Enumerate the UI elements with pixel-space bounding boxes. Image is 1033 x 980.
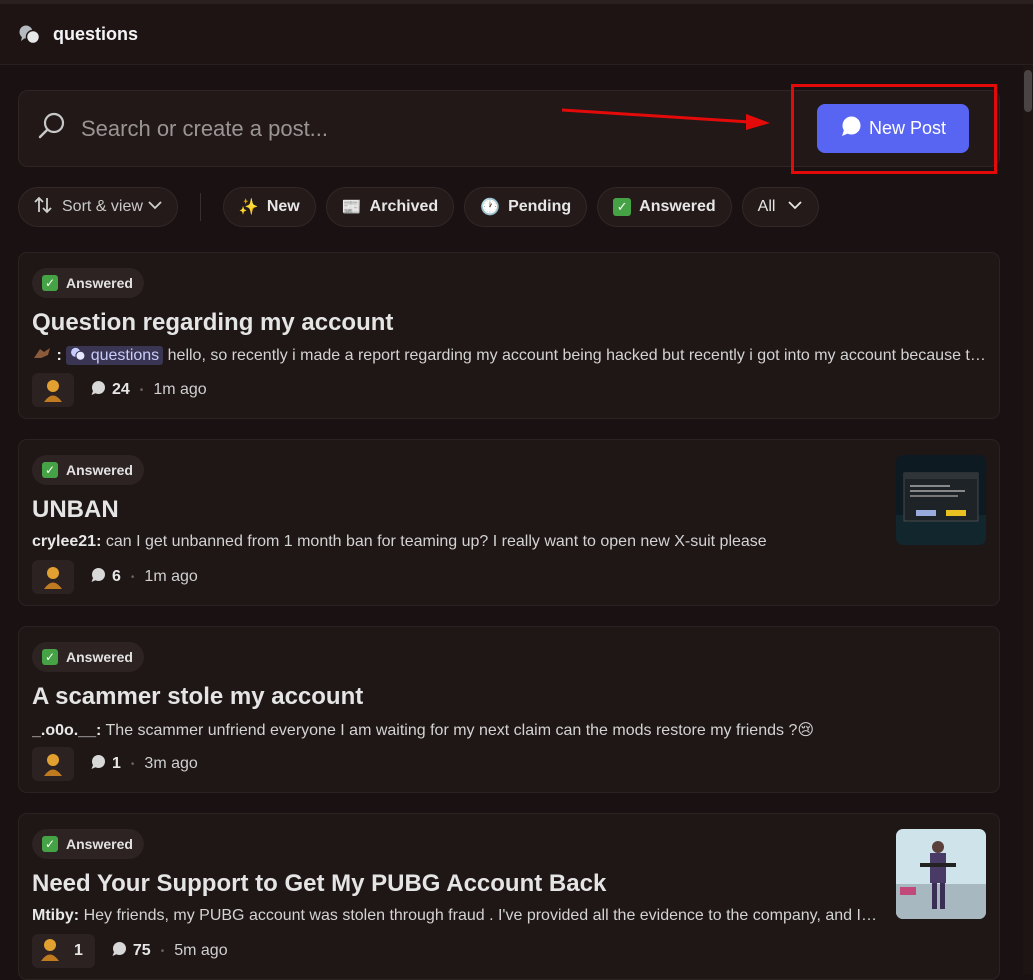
post-preview-text: can I get unbanned from 1 month ban for … (105, 533, 767, 550)
check-icon: ✓ (42, 649, 58, 665)
tag-pending[interactable]: 🕐 Pending (464, 187, 588, 227)
post-preview-text: Hey friends, my PUBG account was stolen … (83, 907, 880, 924)
avatar (32, 747, 74, 781)
chat-bubble-icon (840, 115, 862, 142)
post-time: 3m ago (144, 755, 198, 772)
channel-header: questions (0, 4, 1033, 65)
badge-label: Answered (66, 836, 133, 852)
sort-arrows-icon (33, 195, 53, 220)
post-meta: 6 • 1m ago (32, 560, 198, 594)
new-post-button[interactable]: New Post (817, 104, 969, 153)
badge-label: Answered (66, 275, 133, 291)
post-preview-text: The scammer unfriend everyone I am waiti… (105, 722, 815, 739)
sparkles-icon: ✨ (238, 199, 259, 216)
check-icon: ✓ (613, 198, 632, 216)
channel-title: questions (53, 23, 139, 44)
post-preview: _.o0o.__: The scammer unfriend everyone … (32, 720, 814, 740)
tag-new-label: New (266, 198, 300, 215)
filter-bar: Sort & view ✨ New 📰 Archived 🕐 Pending ✓… (18, 187, 829, 227)
post-meta: 1 • 3m ago (32, 747, 198, 781)
badge-label: Answered (66, 649, 133, 665)
post-title: Question regarding my account (32, 309, 394, 336)
post-time: 1m ago (144, 568, 198, 585)
post-card[interactable]: ✓ Answered Question regarding my account… (18, 252, 1000, 419)
tag-new[interactable]: ✨ New (222, 187, 316, 227)
post-meta: 1 75 • 5m ago (32, 934, 228, 968)
comment-count: 6 (112, 568, 121, 585)
scrollbar[interactable] (1023, 66, 1033, 974)
answered-badge: ✓ Answered (32, 455, 144, 485)
filter-divider (199, 193, 201, 221)
comment-count: 75 (132, 942, 151, 959)
post-thumbnail[interactable] (896, 829, 986, 919)
post-author: crylee21: (32, 533, 102, 550)
check-icon: ✓ (42, 462, 58, 478)
tag-answered[interactable]: ✓ Answered (597, 187, 732, 227)
chevron-down-icon (787, 197, 803, 218)
tag-archived-label: Archived (369, 198, 439, 215)
post-title: Need Your Support to Get My PUBG Account… (32, 870, 607, 897)
comment-icon (90, 754, 106, 775)
search-input[interactable]: Search or create a post... (81, 116, 328, 142)
avatar (32, 560, 74, 594)
comment-count: 24 (112, 381, 130, 398)
post-preview: Mtiby: Hey friends, my PUBG account was … (32, 907, 880, 925)
post-time: 1m ago (153, 381, 207, 398)
post-preview-text: hello, so recently i made a report regar… (167, 347, 987, 364)
post-title: UNBAN (32, 496, 119, 523)
tag-all-dropdown[interactable]: All (741, 187, 820, 227)
sort-view-label: Sort & view (62, 198, 143, 215)
post-meta: 24 • 1m ago (32, 373, 207, 407)
scrollbar-thumb[interactable] (1024, 70, 1032, 112)
tag-all-label: All (757, 198, 776, 215)
search-icon (37, 111, 67, 146)
badge-label: Answered (66, 462, 133, 478)
check-icon: ✓ (42, 275, 58, 291)
post-card[interactable]: ✓ Answered A scammer stole my account _.… (18, 626, 1000, 793)
post-preview: : questions hello, so recently i made a … (32, 346, 987, 367)
reaction-count: 1 (74, 942, 83, 959)
tag-answered-label: Answered (639, 198, 716, 215)
post-preview: crylee21: can I get unbanned from 1 mont… (32, 533, 767, 551)
comment-icon (90, 567, 106, 588)
sort-view-button[interactable]: Sort & view (18, 187, 178, 227)
tag-archived[interactable]: 📰 Archived (325, 187, 455, 227)
reaction-button[interactable]: 1 (32, 934, 95, 968)
author-emoji-icon (32, 347, 56, 364)
comment-icon (90, 380, 106, 401)
chevron-down-icon (147, 197, 163, 218)
post-author: _.o0o.__: (32, 722, 102, 739)
newspaper-icon: 📰 (341, 199, 362, 216)
forum-icon (18, 23, 41, 46)
check-icon: ✓ (42, 836, 58, 852)
avatar (32, 373, 74, 407)
comment-count: 1 (112, 755, 121, 772)
clock-icon: 🕐 (480, 199, 501, 216)
answered-badge: ✓ Answered (32, 829, 144, 859)
post-author: Mtiby: (32, 907, 80, 924)
tag-pending-label: Pending (508, 198, 572, 215)
answered-badge: ✓ Answered (32, 642, 144, 672)
post-card[interactable]: ✓ Answered UNBAN crylee21: can I get unb… (18, 439, 1000, 606)
new-post-label: New Post (868, 118, 947, 138)
channel-mention[interactable]: questions (66, 346, 164, 367)
post-time: 5m ago (174, 942, 228, 959)
forum-icon (70, 346, 86, 367)
annotation-arrow (561, 108, 770, 130)
answered-badge: ✓ Answered (32, 268, 144, 298)
comment-icon (111, 941, 127, 962)
post-title: A scammer stole my account (32, 683, 364, 710)
post-thumbnail[interactable] (896, 455, 986, 545)
post-card[interactable]: ✓ Answered Need Your Support to Get My P… (18, 813, 1000, 980)
avatar (38, 936, 62, 967)
